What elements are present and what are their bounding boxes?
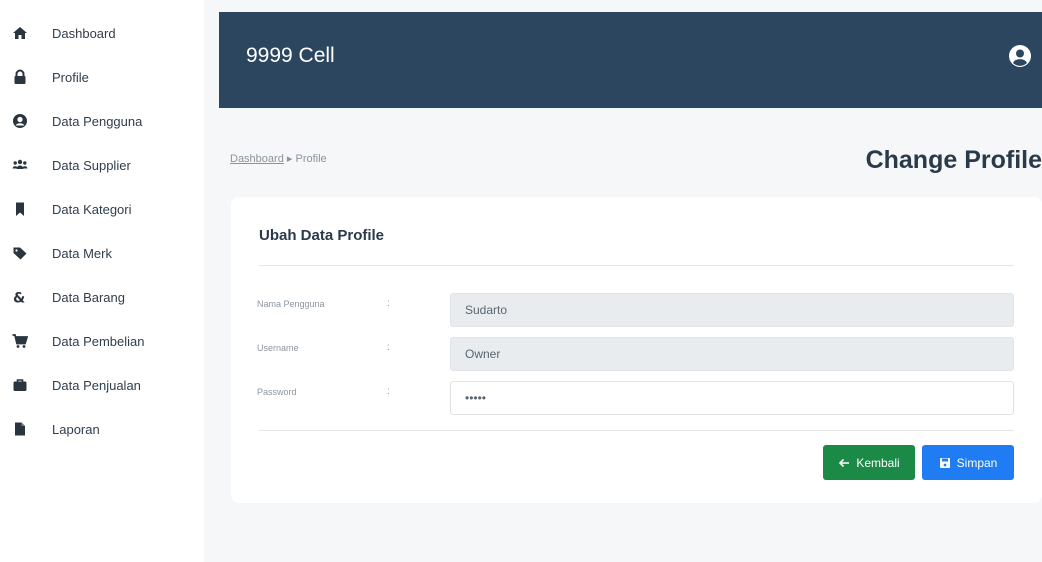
save-button[interactable]: Simpan xyxy=(922,445,1014,480)
sidebar-item-data-barang[interactable]: & Data Barang xyxy=(0,282,204,312)
password-field[interactable]: ••••• xyxy=(450,381,1014,415)
breadcrumb-current: Profile xyxy=(295,153,327,165)
page-title: Change Profile xyxy=(865,146,1042,174)
breadcrumb: Dashboard ▸ Profile xyxy=(230,152,327,165)
card-title: Ubah Data Profile xyxy=(259,227,385,244)
sidebar-item-label: Data Penjualan xyxy=(52,377,141,393)
field-label: Username xyxy=(257,343,299,353)
tag-icon xyxy=(12,245,28,261)
profile-form-card: Ubah Data Profile Nama Pengguna : Sudart… xyxy=(231,197,1042,503)
ampersand-icon: & xyxy=(12,289,28,307)
sidebar-item-label: Data Supplier xyxy=(52,157,131,173)
field-colon: : xyxy=(387,386,390,397)
breadcrumb-separator: ▸ xyxy=(286,153,293,165)
back-button[interactable]: Kembali xyxy=(823,445,915,480)
sidebar-item-data-pembelian[interactable]: Data Pembelian xyxy=(0,326,204,356)
sidebar-item-data-merk[interactable]: Data Merk xyxy=(0,238,204,268)
sidebar-item-data-pengguna[interactable]: Data Pengguna xyxy=(0,106,204,136)
sidebar-item-label: Laporan xyxy=(52,421,100,437)
breadcrumb-link-dashboard[interactable]: Dashboard xyxy=(230,153,284,165)
top-navbar: 9999 Cell xyxy=(219,12,1042,108)
sidebar-item-data-penjualan[interactable]: Data Penjualan xyxy=(0,370,204,400)
sidebar-item-dashboard[interactable]: Dashboard xyxy=(0,18,204,48)
save-button-label: Simpan xyxy=(956,455,998,470)
field-label: Password xyxy=(257,387,297,397)
user-circle-icon xyxy=(12,113,28,129)
sidebar-item-label: Data Kategori xyxy=(52,201,132,217)
home-icon xyxy=(12,25,28,41)
sidebar-item-label: Dashboard xyxy=(52,25,116,41)
divider xyxy=(259,430,1014,431)
nama-pengguna-field[interactable]: Sudarto xyxy=(450,293,1014,327)
sidebar-item-label: Data Barang xyxy=(52,289,125,305)
sidebar-item-data-supplier[interactable]: Data Supplier xyxy=(0,150,204,180)
field-colon: : xyxy=(387,298,390,309)
username-field[interactable]: Owner xyxy=(450,337,1014,371)
bookmark-icon xyxy=(12,201,28,217)
sidebar-item-laporan[interactable]: Laporan xyxy=(0,414,204,444)
sidebar-item-label: Data Merk xyxy=(52,245,112,261)
user-circle-icon[interactable] xyxy=(1008,44,1032,68)
file-icon xyxy=(12,421,28,437)
sidebar-item-label: Profile xyxy=(52,69,89,85)
app-title: 9999 Cell xyxy=(246,44,335,67)
lock-icon xyxy=(12,69,28,85)
svg-text:&: & xyxy=(13,291,25,306)
briefcase-icon xyxy=(12,377,28,393)
field-label: Nama Pengguna xyxy=(257,299,325,309)
sidebar-item-label: Data Pembelian xyxy=(52,333,145,349)
back-button-label: Kembali xyxy=(856,455,900,470)
field-colon: : xyxy=(387,342,390,353)
sidebar-item-label: Data Pengguna xyxy=(52,113,143,129)
users-icon xyxy=(12,157,28,173)
save-icon xyxy=(939,457,950,468)
cart-icon xyxy=(12,333,29,349)
sidebar-item-profile[interactable]: Profile xyxy=(0,62,204,92)
divider xyxy=(259,265,1014,266)
main-content: 9999 Cell Dashboard ▸ Profile Change Pro… xyxy=(204,0,1042,562)
arrow-left-icon xyxy=(839,458,850,467)
sidebar: Dashboard Profile Data Pengguna Data Sup… xyxy=(0,0,204,562)
sidebar-item-data-kategori[interactable]: Data Kategori xyxy=(0,194,204,224)
